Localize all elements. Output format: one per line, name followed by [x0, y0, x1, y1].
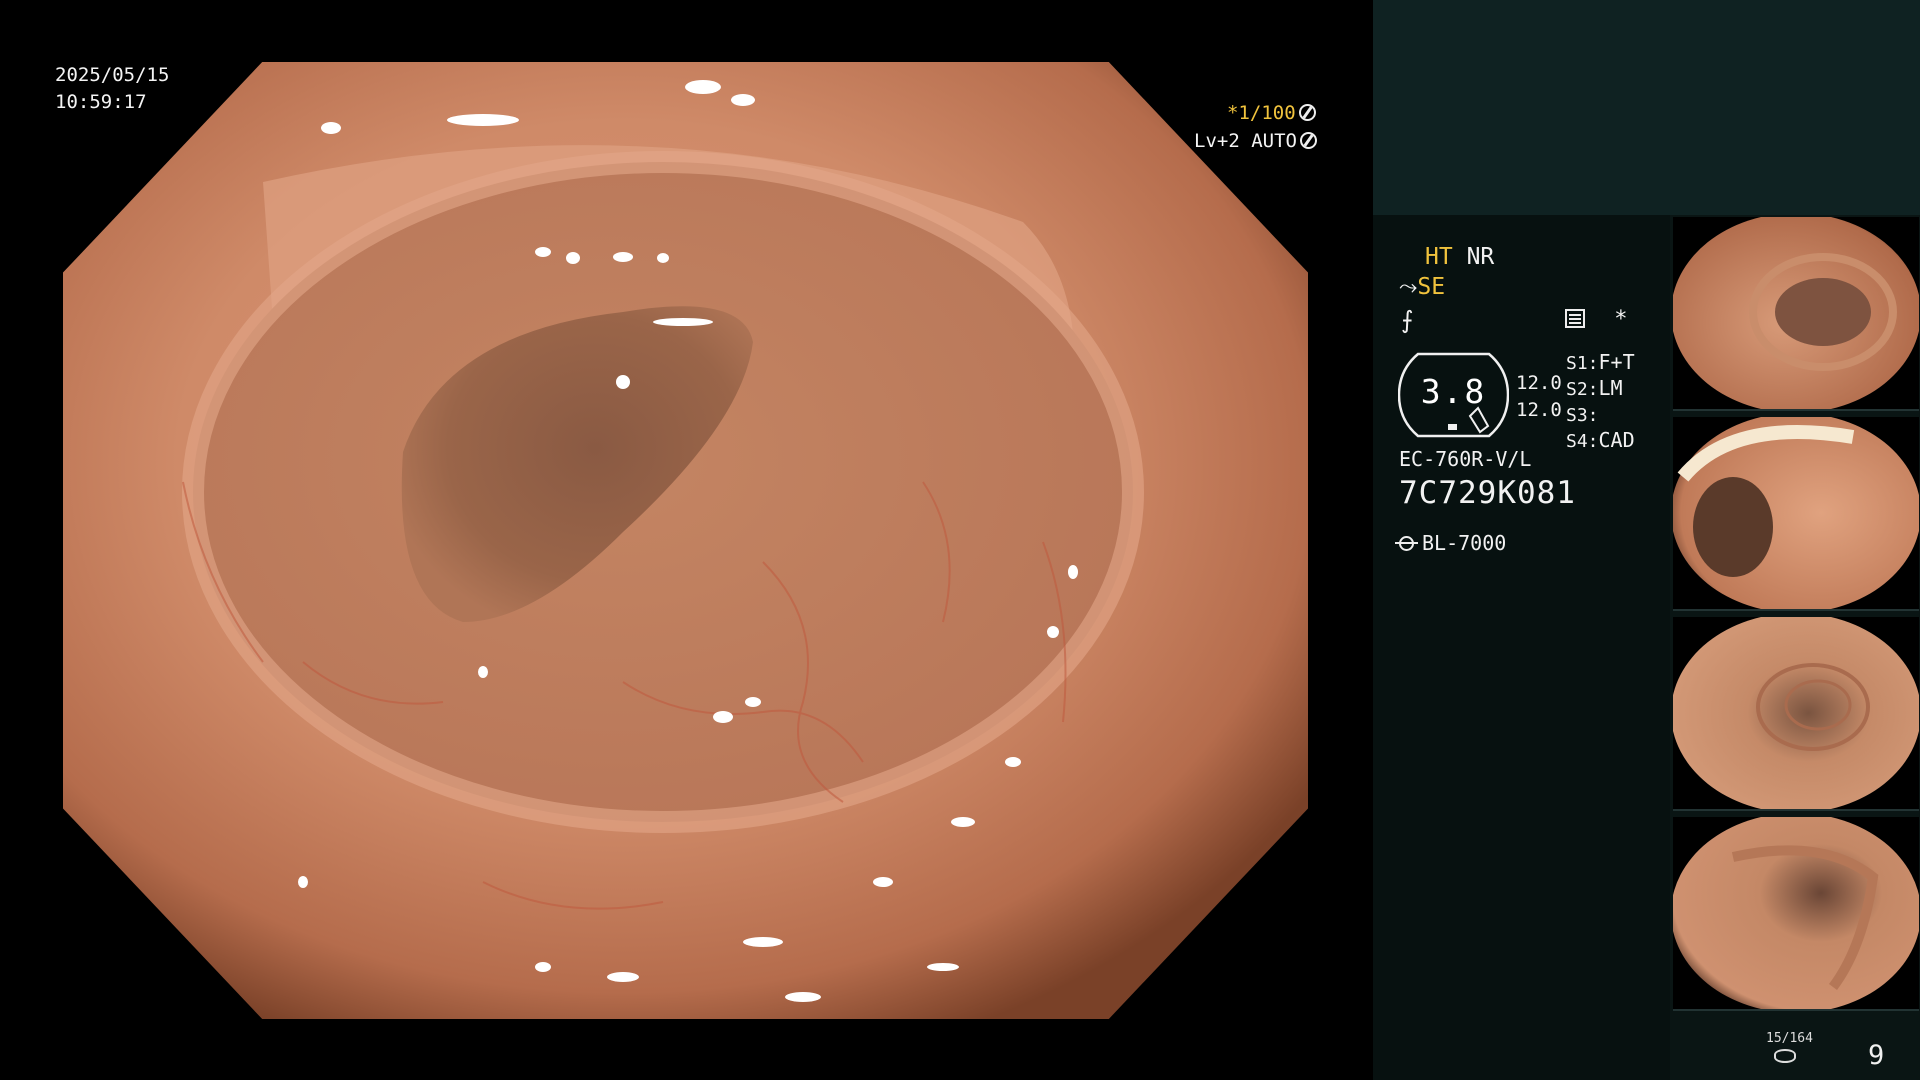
scope-serial: 7C729K081 [1399, 475, 1576, 511]
shutter-marker: * [1227, 102, 1239, 124]
shutter-speed: *1/100 [1227, 100, 1316, 127]
s2-value: LM [1598, 376, 1623, 400]
agc-level: Lv+2 AUTO [1194, 128, 1317, 155]
s1-label: S1: [1566, 353, 1599, 374]
endoscope-view: 2025/05/15 10:59:17 *1/100 Lv+2 AUTO [0, 0, 1372, 1080]
se-label: SE [1417, 274, 1446, 300]
record-row: * [1565, 307, 1628, 332]
thumbnail-4[interactable] [1673, 817, 1919, 1011]
light-source-model: BL-7000 [1422, 531, 1507, 555]
gain-2: 12.0 [1516, 399, 1562, 421]
exam-time: 10:59:17 [55, 91, 147, 113]
color-mode-icon: ⨍ [1401, 306, 1414, 334]
s4-value: CAD [1598, 428, 1635, 452]
storage-disk-icon [1774, 1049, 1796, 1063]
thumbnail-1[interactable] [1673, 217, 1919, 411]
light-source-row: BL-7000 [1395, 531, 1507, 555]
agc-icon [1299, 132, 1317, 149]
panel-header-area [1373, 0, 1920, 215]
switch-settings: S1:F+T S2:LM S3: S4:CAD [1566, 350, 1635, 454]
thumbnail-3[interactable] [1673, 617, 1919, 811]
structure-enhancement-row: ⤳SE [1399, 274, 1445, 300]
thumbnail-2[interactable] [1673, 417, 1919, 611]
s2-label: S2: [1566, 379, 1599, 400]
zoom-dial: 3.8 [1397, 350, 1510, 440]
shutter-icon [1298, 104, 1316, 121]
se-icon: ⤳ [1399, 274, 1418, 300]
s3-label: S3: [1566, 405, 1599, 426]
s4-label: S4: [1566, 431, 1599, 452]
image-mode-row: HT NR [1425, 244, 1494, 270]
switch-s4: S4:CAD [1566, 428, 1635, 454]
mode-nr: NR [1466, 244, 1495, 270]
switch-s2: S2:LM [1566, 376, 1635, 402]
gain-values: 12.0 12.0 [1516, 370, 1562, 424]
gain-1: 12.0 [1516, 372, 1562, 394]
zoom-value: 3.8 [1420, 372, 1487, 411]
endoscopic-image [63, 62, 1308, 1019]
scope-model: EC-760R-V/L [1399, 447, 1532, 471]
mode-ht: HT [1425, 244, 1453, 270]
agc-value: Lv+2 AUTO [1194, 130, 1297, 152]
switch-s1: S1:F+T [1566, 350, 1635, 376]
switch-s3: S3: [1566, 402, 1635, 428]
s1-value: F+T [1598, 350, 1635, 374]
capture-count: 15/164 [1766, 1031, 1813, 1046]
page-number: 9 [1868, 1040, 1885, 1071]
settings-area [1373, 215, 1673, 1080]
light-bulb-icon [1395, 536, 1418, 551]
monitor-icon [1565, 309, 1585, 328]
exam-date: 2025/05/15 [55, 64, 170, 86]
shutter-value: 1/100 [1238, 102, 1296, 124]
record-marker: * [1614, 307, 1628, 332]
